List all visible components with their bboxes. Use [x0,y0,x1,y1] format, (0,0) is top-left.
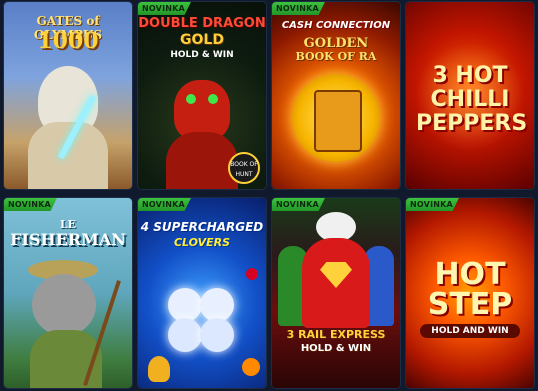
book-icon [314,90,362,152]
game-tile-gates-of-olympus[interactable]: GATES of OLYMPUS 1000 [4,2,132,189]
bell-icon [148,356,170,382]
orange-icon [242,358,260,376]
clover-leaf-icon [168,288,202,322]
game-tile-hot-chilli-peppers[interactable]: 3 HOT CHILLI PEPPERS [406,2,534,189]
raccoon-head-icon [32,274,96,336]
game-tile-le-fisherman[interactable]: NOVINKA LE FISHERMAN [4,198,132,388]
dragon-eye-icon [208,94,218,104]
new-badge: NOVINKA [272,198,325,211]
game-title-line3: BOOK OF RA [295,50,377,63]
new-badge: NOVINKA [4,198,57,211]
game-title: HOT STEP [427,257,513,322]
game-title: 3 HOT CHILLI PEPPERS [416,63,528,136]
game-tile-cash-connection[interactable]: NOVINKA CASH CONNECTION GOLDEN BOOK OF R… [272,2,400,189]
game-title-line2: FISHERMAN [10,230,126,249]
new-badge: NOVINKA [272,2,325,15]
game-tile-supercharged-clovers[interactable]: NOVINKA 4 SUPERCHARGED CLOVERS [138,198,266,388]
game-tile-hot-step[interactable]: NOVINKA HOT STEP HOLD AND WIN [406,198,534,388]
game-title-line2: 1000 [37,28,99,54]
game-title-line1: 3 RAIL EXPRESS [286,328,386,341]
game-grid: GATES of OLYMPUS 1000 NOVINKA BOOK OF HU… [0,0,538,391]
new-badge: NOVINKA [138,2,191,15]
game-title-line1: CASH CONNECTION [281,20,391,31]
game-artwork [272,198,400,388]
game-tile-rail-express[interactable]: NOVINKA 3 RAIL EXPRESS HOLD & WIN [272,198,400,388]
new-badge: NOVINKA [138,198,191,211]
game-title-line2: CLOVERS [173,236,231,249]
game-title-line3: HOLD & WIN [170,50,234,60]
clover-leaf-icon [200,318,234,352]
game-title-line2: GOLD [180,32,224,48]
game-title-line1: DOUBLE DRAGON [138,16,266,31]
new-badge: NOVINKA [406,198,459,211]
game-title-line1: 4 SUPERCHARGED [140,220,264,234]
clover-leaf-icon [200,288,234,322]
game-subtitle: HOLD AND WIN [420,324,520,338]
dragon-body-icon [166,132,238,189]
game-tile-double-dragon-gold[interactable]: NOVINKA BOOK OF HUNT DOUBLE DRAGON GOLD … [138,2,266,189]
dragon-eye-icon [186,94,196,104]
game-title-line2: GOLDEN [303,36,369,51]
zeus-body-icon [28,122,108,189]
cherry-icon [246,268,258,280]
dragon-head-icon [174,80,230,140]
clover-leaf-icon [168,318,202,352]
game-title-line2: HOLD & WIN [300,343,372,354]
book-of-hunt-icon: BOOK OF HUNT [228,152,260,184]
